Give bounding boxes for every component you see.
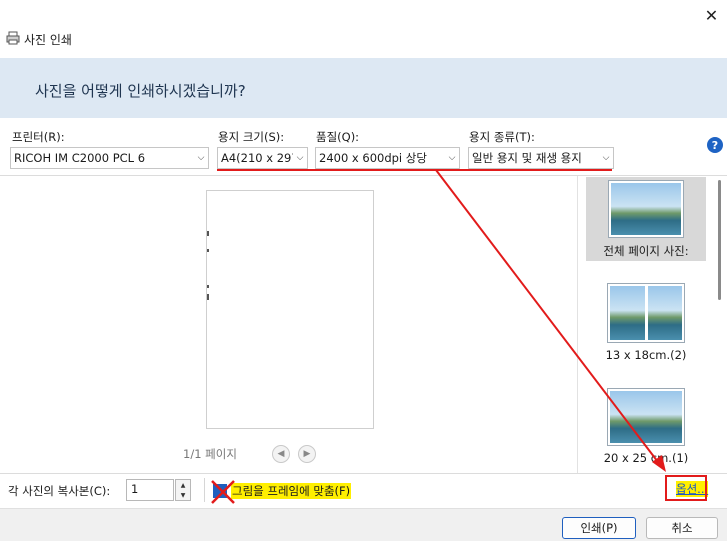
paper-size-select[interactable]: A4(210 x 297 ⌵ bbox=[217, 147, 308, 169]
layout-item-full-page[interactable]: 전체 페이지 사진: bbox=[586, 177, 706, 261]
layout-item-20x25[interactable]: 20 x 25 cm.(1) bbox=[586, 387, 706, 471]
paper-size-value: A4(210 x 297 bbox=[221, 151, 293, 165]
stepper-up-icon[interactable]: ▲ bbox=[176, 480, 190, 490]
quality-value: 2400 x 600dpi 상당 bbox=[319, 151, 427, 165]
page-indicator: 1/1 페이지 bbox=[183, 447, 237, 461]
paper-size-label: 용지 크기(S): bbox=[218, 130, 285, 144]
page-mark bbox=[207, 294, 209, 300]
prev-page-icon[interactable]: ◀ bbox=[272, 445, 290, 463]
printer-select[interactable]: RICOH IM C2000 PCL 6 ⌵ bbox=[10, 147, 209, 169]
window-title: 사진 인쇄 bbox=[24, 33, 72, 47]
chevron-down-icon: ⌵ bbox=[602, 153, 610, 163]
stepper-down-icon[interactable]: ▼ bbox=[176, 490, 190, 500]
paper-type-label: 용지 종류(T): bbox=[469, 130, 535, 144]
page-mark bbox=[207, 231, 209, 236]
layout-label: 13 x 18cm.(2) bbox=[605, 348, 687, 362]
quality-select[interactable]: 2400 x 600dpi 상당 ⌵ bbox=[315, 147, 460, 169]
layout-label: 전체 페이지 사진: bbox=[603, 244, 689, 258]
fit-to-frame-label[interactable]: 그림을 프레임에 맞춤(F) bbox=[231, 483, 352, 499]
next-page-icon[interactable]: ▶ bbox=[298, 445, 316, 463]
title-bar bbox=[0, 0, 727, 58]
printer-value: RICOH IM C2000 PCL 6 bbox=[14, 151, 146, 165]
copies-stepper[interactable]: ▲ ▼ bbox=[175, 479, 191, 501]
layout-thumbnail bbox=[608, 180, 684, 238]
paper-type-value: 일반 용지 및 재생 용지 bbox=[472, 151, 582, 165]
copies-label: 각 사진의 복사본(C): bbox=[8, 484, 111, 498]
print-button[interactable]: 인쇄(P) bbox=[562, 517, 636, 539]
chevron-down-icon: ⌵ bbox=[448, 153, 456, 163]
annotation-box bbox=[665, 475, 707, 501]
cancel-button[interactable]: 취소 bbox=[646, 517, 718, 539]
divider bbox=[204, 478, 205, 502]
preview-page bbox=[206, 190, 374, 429]
quality-label: 품질(Q): bbox=[316, 130, 360, 144]
copies-input[interactable]: 1 bbox=[126, 479, 174, 501]
fit-to-frame-checkbox[interactable] bbox=[213, 484, 227, 498]
chevron-down-icon: ⌵ bbox=[296, 153, 304, 163]
printer-label: 프린터(R): bbox=[12, 130, 65, 144]
chevron-down-icon: ⌵ bbox=[197, 153, 205, 163]
divider bbox=[0, 473, 727, 474]
layout-thumbnail bbox=[607, 388, 685, 446]
header-question: 사진을 어떻게 인쇄하시겠습니까? bbox=[35, 82, 246, 100]
help-icon[interactable]: ? bbox=[707, 137, 723, 153]
layout-label: 20 x 25 cm.(1) bbox=[603, 451, 689, 465]
layout-thumbnail bbox=[607, 283, 685, 343]
paper-type-select[interactable]: 일반 용지 및 재생 용지 ⌵ bbox=[468, 147, 614, 169]
layout-item-13x18[interactable]: 13 x 18cm.(2) bbox=[586, 282, 706, 366]
close-icon[interactable]: ✕ bbox=[696, 0, 727, 30]
page-mark bbox=[207, 249, 209, 252]
layout-scrollbar[interactable] bbox=[718, 180, 721, 300]
printer-icon bbox=[6, 31, 20, 45]
page-mark bbox=[207, 285, 209, 288]
